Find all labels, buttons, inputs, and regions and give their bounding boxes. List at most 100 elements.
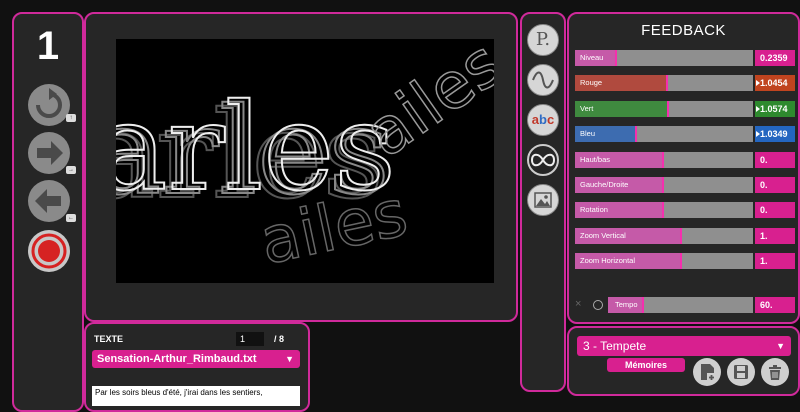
preset-name: 3 - Tempete bbox=[583, 339, 647, 353]
slider-track[interactable]: Vert bbox=[575, 100, 753, 117]
slider-value-text: 1. bbox=[760, 230, 768, 241]
effect-tabs: P. abc bbox=[520, 12, 566, 392]
slider-label: Gauche/Droite bbox=[580, 180, 629, 189]
slider-label: Zoom Horizontal bbox=[580, 256, 636, 266]
new-file-icon bbox=[701, 364, 716, 382]
slider-label: Rotation bbox=[580, 205, 608, 215]
slider-value-text: 0. bbox=[760, 180, 768, 190]
delete-button[interactable] bbox=[761, 358, 789, 386]
slider-value-text: 1.0349 bbox=[760, 129, 788, 140]
text-panel: TEXTE 1 / 8 Sensation-Arthur_Rimbaud.txt… bbox=[84, 322, 310, 412]
slider-value-text: 0. bbox=[760, 205, 768, 216]
p-icon: P. bbox=[535, 29, 551, 50]
arrow-right-icon bbox=[37, 141, 63, 165]
slider-value[interactable]: 0.2359 bbox=[755, 50, 795, 66]
page-total: / 8 bbox=[274, 334, 285, 344]
slider-track[interactable]: Gauche/Droite bbox=[575, 177, 753, 193]
arrow-left-icon bbox=[35, 189, 61, 213]
memoires-button[interactable]: Mémoires bbox=[607, 358, 685, 372]
slider-row: Gauche/Droite 0. bbox=[575, 177, 795, 193]
slider-track[interactable]: Zoom Vertical bbox=[575, 227, 753, 244]
tempo-row: × Tempo 60. bbox=[575, 297, 795, 313]
image-icon bbox=[534, 192, 552, 208]
tab-feedback[interactable] bbox=[527, 144, 559, 176]
slider-track[interactable]: Zoom Horizontal bbox=[575, 253, 753, 270]
tab-presets[interactable]: P. bbox=[527, 24, 559, 56]
slider-row: Bleu 1.0349 bbox=[575, 126, 795, 143]
shortcut-badge: ← bbox=[66, 214, 76, 222]
save-button[interactable] bbox=[727, 358, 755, 386]
video-preview: arles arles arles ailes ailes bbox=[116, 39, 494, 283]
slider-value-text: 1.0454 bbox=[760, 78, 788, 89]
shortcut-badge: ↑ bbox=[66, 114, 76, 122]
preview-panel: arles arles arles ailes ailes bbox=[84, 12, 518, 322]
chevron-down-icon: ▼ bbox=[776, 341, 785, 351]
slider-value[interactable]: 1.0349 bbox=[755, 126, 795, 143]
file-select[interactable]: Sensation-Arthur_Rimbaud.txt ▼ bbox=[92, 350, 300, 368]
text-content[interactable]: Par les soirs bleus d'été, j'irai dans l… bbox=[92, 386, 300, 406]
slider-track[interactable]: Haut/bas bbox=[575, 151, 753, 168]
radio-button[interactable] bbox=[593, 300, 603, 310]
next-button[interactable] bbox=[28, 132, 70, 174]
slider-value-text: 1.0574 bbox=[760, 103, 788, 114]
tempo-slider[interactable]: Tempo bbox=[608, 297, 753, 313]
play-icon bbox=[756, 105, 760, 112]
slider-row: Haut/bas 0. bbox=[575, 151, 795, 168]
chevron-down-icon: ▼ bbox=[285, 354, 294, 364]
tempo-value[interactable]: 60. bbox=[755, 297, 795, 313]
slider-label: Bleu bbox=[580, 129, 596, 139]
slider-row: Niveau 0.2359 bbox=[575, 50, 795, 66]
slider-row: Rotation 0. bbox=[575, 202, 795, 219]
slider-track[interactable]: Bleu bbox=[575, 126, 753, 143]
panel-title: FEEDBACK bbox=[641, 22, 726, 39]
slider-row: Zoom Horizontal 1. bbox=[575, 253, 795, 270]
trash-icon bbox=[769, 365, 781, 380]
slider-row: Rouge 1.0454 bbox=[575, 75, 795, 92]
slider-value-text: 0. bbox=[760, 154, 768, 165]
close-icon[interactable]: × bbox=[575, 298, 581, 310]
tab-text[interactable]: abc bbox=[527, 104, 559, 136]
presets-panel: 3 - Tempete ▼ Mémoires bbox=[567, 326, 800, 396]
file-name: Sensation-Arthur_Rimbaud.txt bbox=[97, 353, 257, 365]
reload-icon bbox=[36, 88, 62, 118]
play-icon bbox=[756, 131, 760, 138]
slider-label: Haut/bas bbox=[580, 154, 611, 164]
play-icon bbox=[756, 80, 760, 87]
slider-track[interactable]: Niveau bbox=[575, 50, 753, 66]
slider-label: Zoom Vertical bbox=[580, 230, 626, 240]
slider-value-text: 0.2359 bbox=[760, 53, 788, 63]
slider-row: Zoom Vertical 1. bbox=[575, 227, 795, 244]
previous-button[interactable] bbox=[28, 180, 70, 222]
reload-button[interactable] bbox=[28, 84, 70, 126]
slider-value[interactable]: 0. bbox=[755, 202, 795, 219]
slider-value[interactable]: 1.0574 bbox=[755, 100, 795, 117]
tempo-label: Tempo bbox=[615, 300, 638, 309]
sine-wave-icon bbox=[532, 71, 554, 89]
slider-row: Vert 1.0574 bbox=[575, 100, 795, 117]
record-icon bbox=[31, 233, 67, 269]
tab-image[interactable] bbox=[527, 184, 559, 216]
slider-label: Rouge bbox=[580, 78, 603, 88]
slider-label: Vert bbox=[580, 103, 594, 113]
new-file-button[interactable] bbox=[693, 358, 721, 386]
slider-track[interactable]: Rouge bbox=[575, 75, 753, 92]
feedback-text-visual: arles arles arles ailes ailes bbox=[116, 39, 494, 280]
abc-icon: abc bbox=[531, 112, 555, 127]
infinity-icon bbox=[530, 153, 556, 167]
page-number-input[interactable]: 1 bbox=[236, 332, 264, 346]
slider-value[interactable]: 1. bbox=[755, 253, 795, 270]
slider-label: Niveau bbox=[580, 53, 604, 62]
save-icon bbox=[734, 365, 748, 379]
tab-wave[interactable] bbox=[527, 64, 559, 96]
record-button[interactable] bbox=[28, 230, 70, 272]
feedback-panel: FEEDBACK Niveau 0.2359 Rouge 1.0454 Vert 1.05… bbox=[567, 12, 800, 324]
slider-track[interactable]: Rotation bbox=[575, 202, 753, 219]
shortcut-badge: → bbox=[66, 166, 76, 174]
step-control-panel: 1 ↑ → ← bbox=[12, 12, 84, 412]
preset-select[interactable]: 3 - Tempete ▼ bbox=[577, 336, 791, 356]
slider-value[interactable]: 1. bbox=[755, 227, 795, 244]
slider-value[interactable]: 0. bbox=[755, 151, 795, 168]
slider-value-text: 1. bbox=[760, 256, 768, 267]
slider-value[interactable]: 1.0454 bbox=[755, 75, 795, 92]
slider-value[interactable]: 0. bbox=[755, 177, 795, 193]
